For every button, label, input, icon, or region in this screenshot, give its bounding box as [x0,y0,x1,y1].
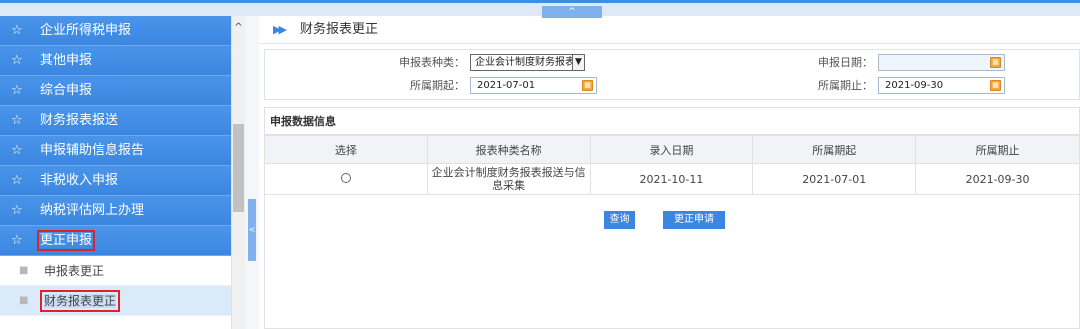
report-type-label: 申报表种类： [399,56,465,69]
sidebar-item-label: 财务报表报送 [40,113,119,128]
star-icon: ☆ [11,143,23,158]
select-cell [264,163,428,195]
sidebar-item-comprehensive-declaration[interactable]: ☆ 综合申报 [0,76,231,106]
sidebar-item-enterprise-income-tax[interactable]: ☆ 企业所得税申报 [0,16,231,46]
declare-date-label: 申报日期： [818,56,873,69]
query-form: 申报表种类： 企业会计制度财务报表 ▼ 申报日期： ▦ 所属期起： 2021-0… [264,49,1080,100]
scrollbar-thumb[interactable] [233,124,244,212]
sidebar-item-other-declaration[interactable]: ☆ 其他申报 [0,46,231,76]
double-arrow-icon: ▶▶ [273,23,287,36]
sidebar-item-label: 申报辅助信息报告 [40,143,145,158]
star-icon: ☆ [11,83,23,98]
sidebar-item-label: 企业所得税申报 [40,23,132,38]
report-type-select[interactable]: 企业会计制度财务报表 ▼ [470,54,585,71]
period-end-label: 所属期止： [818,79,873,92]
correction-request-button[interactable]: 更正申请 [663,211,725,229]
declare-date-input[interactable]: ▦ [878,54,1005,71]
column-header-select: 选择 [264,135,428,164]
star-icon: ☆ [11,23,23,38]
star-icon: ☆ [11,203,23,218]
section-title: 申报数据信息 [265,108,1079,135]
period-start-value: 2021-07-01 [477,80,536,91]
calendar-icon[interactable]: ▦ [990,57,1001,68]
star-icon: ☆ [11,233,23,248]
star-icon: ☆ [11,53,23,68]
sidebar-item-financial-report-submission[interactable]: ☆ 财务报表报送 [0,106,231,136]
scroll-up-icon[interactable]: ^ [232,22,245,33]
sidebar-subitem-label: 财务报表更正 [39,290,121,312]
column-header-entry-date: 录入日期 [589,135,754,164]
chevron-down-icon: ▼ [572,55,584,70]
sidebar-item-label: 其他申报 [40,53,93,68]
entry-date-cell: 2021-10-11 [589,163,754,195]
period-start-label: 所属期起： [410,79,465,92]
sidebar-divider: < [245,16,259,329]
period-start-input[interactable]: 2021-07-01 ▦ [470,77,597,94]
bullet-icon: ■ [19,295,29,306]
main-content: ▶▶ 财务报表更正 申报表种类： 企业会计制度财务报表 ▼ 申报日期： ▦ 所属… [259,16,1080,329]
column-header-report-name: 报表种类名称 [426,135,591,164]
sidebar-subitem-declaration-form-correction[interactable]: ■ 申报表更正 [0,256,231,286]
sidebar-scrollbar[interactable]: ^ [231,16,245,329]
sidebar-item-label: 更正申报 [36,230,96,251]
sidebar-item-label: 纳税评估网上办理 [40,203,145,218]
table-header-row: 选择 报表种类名称 录入日期 所属期起 所属期止 [264,135,1080,164]
page-title: 财务报表更正 [300,22,379,37]
sidebar: ☆ 企业所得税申报 ☆ 其他申报 ☆ 综合申报 ☆ 财务报表报送 ☆ 申报辅助信… [0,16,231,329]
sidebar-subitem-label: 申报表更正 [44,264,105,278]
sidebar-item-label: 综合申报 [40,83,93,98]
sidebar-item-label: 非税收入申报 [40,173,119,188]
sidebar-subitem-financial-report-correction[interactable]: ■ 财务报表更正 [0,286,231,316]
period-end-input[interactable]: 2021-09-30 ▦ [878,77,1005,94]
sidebar-item-correction-declaration[interactable]: ☆ 更正申报 [0,226,231,256]
calendar-icon[interactable]: ▦ [582,80,593,91]
report-type-value: 企业会计制度财务报表 [475,57,575,68]
collapse-sidebar-button[interactable]: < [248,199,256,261]
declaration-data-table: 选择 报表种类名称 录入日期 所属期起 所属期止 企业会计制度财务报表报送与信息… [264,135,1080,195]
sidebar-item-tax-assessment-online[interactable]: ☆ 纳税评估网上办理 [0,196,231,226]
report-name-cell: 企业会计制度财务报表报送与信息采集 [426,163,591,195]
sidebar-item-non-tax-revenue[interactable]: ☆ 非税收入申报 [0,166,231,196]
page-header: ▶▶ 财务报表更正 [259,16,1080,44]
row-select-radio[interactable] [340,172,351,183]
calendar-icon[interactable]: ▦ [990,80,1001,91]
top-bar: ^ [0,0,1080,18]
column-header-period-start: 所属期起 [752,135,917,164]
period-start-cell: 2021-07-01 [752,163,917,195]
period-end-value: 2021-09-30 [885,80,944,91]
column-header-period-end: 所属期止 [915,135,1080,164]
period-end-cell: 2021-09-30 [915,163,1080,195]
star-icon: ☆ [11,113,23,128]
star-icon: ☆ [11,173,23,188]
query-button[interactable]: 查询 [604,211,635,229]
sidebar-item-auxiliary-info-report[interactable]: ☆ 申报辅助信息报告 [0,136,231,166]
table-row[interactable]: 企业会计制度财务报表报送与信息采集 2021-10-11 2021-07-01 … [264,163,1080,195]
bullet-icon: ■ [19,265,29,276]
